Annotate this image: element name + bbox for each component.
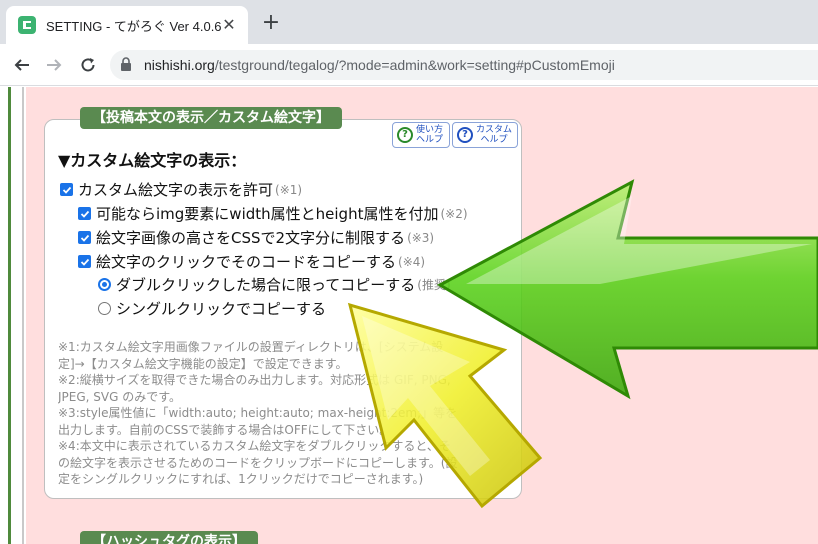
allow-custom-emoji-label: カスタム絵文字の表示を許可 xyxy=(78,181,274,199)
footnote-line: 定]→【カスタム絵文字機能の設定】で設定できます。 xyxy=(58,356,348,371)
back-arrow-icon[interactable] xyxy=(10,53,34,77)
note-ref-2: (※2) xyxy=(440,206,468,221)
page-content: 【投稿本文の表示／カスタム絵文字】 ? 使い方 ヘルプ ? カスタム ヘルプ ▼カス… xyxy=(0,87,818,544)
url-host: nishishi.org xyxy=(144,57,215,73)
url-path: /testground/tegalog/?mode=admin&work=set… xyxy=(214,57,615,73)
footnote-line: 出力します。自前のCSSで装飾する場合はOFFにして下さい。 xyxy=(58,422,392,437)
footnote-line: ※2:縦横サイズを取得できた場合のみ出力します。対応形式は GIF, PNG, xyxy=(58,373,451,387)
img-attr-label: 可能ならimg要素にwidth属性とheight属性を付加 xyxy=(96,205,439,223)
recommended-note: (推奨) xyxy=(417,278,451,292)
double-click-radio[interactable] xyxy=(98,278,111,291)
copy-code-checkbox[interactable] xyxy=(78,255,91,268)
note-ref-4: (※4) xyxy=(398,254,426,269)
question-icon: ? xyxy=(457,127,473,143)
left-rail xyxy=(0,87,26,544)
footnote-line: ※4:本文中に表示されているカスタム絵文字をダブルクリックすると、そ xyxy=(58,439,451,453)
url-text: nishishi.org/testground/tegalog/?mode=ad… xyxy=(144,57,615,73)
address-bar[interactable]: nishishi.org/testground/tegalog/?mode=ad… xyxy=(110,50,818,80)
rail-divider xyxy=(22,87,24,544)
copy-code-row[interactable]: 絵文字のクリックでそのコードをコピーする (※4) xyxy=(78,251,425,272)
new-tab-icon[interactable]: + xyxy=(260,12,282,34)
custom-emoji-heading: ▼カスタム絵文字の表示： xyxy=(58,151,247,170)
custom-help-button[interactable]: ? カスタム ヘルプ xyxy=(452,122,518,148)
copy-code-label: 絵文字のクリックでそのコードをコピーする xyxy=(96,253,397,271)
double-click-label: ダブルクリックした場合に限ってコピーする xyxy=(116,276,416,294)
next-section-title: 【ハッシュタグの表示】 xyxy=(80,531,258,544)
tegalog-favicon-icon xyxy=(18,16,36,34)
single-click-row[interactable]: シングルクリックでコピーする xyxy=(98,298,326,319)
img-attr-checkbox[interactable] xyxy=(78,207,91,220)
limit-height-row[interactable]: 絵文字画像の高さをCSSで2文字分に制限する (※3) xyxy=(78,227,434,248)
note-ref-1: (※1) xyxy=(275,182,303,197)
rail-accent-line xyxy=(8,87,11,544)
footnote-line: JPEG, SVG のみです。 xyxy=(58,389,182,404)
usage-help-line1: 使い方 xyxy=(416,125,444,135)
tab-close-icon[interactable]: ✕ xyxy=(220,16,238,34)
custom-help-line1: カスタム xyxy=(476,125,513,135)
usage-help-line2: ヘルプ xyxy=(416,135,444,145)
tab-strip: SETTING - てがろぐ Ver 4.0.6 ✕ + xyxy=(0,0,818,44)
question-icon: ? xyxy=(397,127,413,143)
footnote-line: の絵文字を表示させるためのコードをクリップボードにコピーします。(設 xyxy=(58,455,458,470)
limit-height-checkbox[interactable] xyxy=(78,231,91,244)
footnote-line: ※1:カスタム絵文字用画像ファイルの設置ディレクトリは、[システム設 xyxy=(58,340,444,354)
lock-icon xyxy=(120,57,132,76)
footnote-line: 定をシングルクリックにすれば、1クリックだけでコピーされます。) xyxy=(58,472,424,486)
browser-toolbar: nishishi.org/testground/tegalog/?mode=ad… xyxy=(0,44,818,86)
allow-custom-emoji-row[interactable]: カスタム絵文字の表示を許可 (※1) xyxy=(60,179,302,200)
tab-title: SETTING - てがろぐ Ver 4.0.6 xyxy=(46,18,222,34)
allow-custom-emoji-checkbox[interactable] xyxy=(60,183,73,196)
footnotes: ※1:カスタム絵文字用画像ファイルの設置ディレクトリは、[システム設 定]→【カ… xyxy=(58,339,506,488)
custom-help-line2: ヘルプ xyxy=(480,135,508,145)
reload-icon[interactable] xyxy=(76,53,100,77)
note-ref-3: (※3) xyxy=(407,230,435,245)
img-attr-row[interactable]: 可能ならimg要素にwidth属性とheight属性を付加 (※2) xyxy=(78,203,468,224)
usage-help-button[interactable]: ? 使い方 ヘルプ xyxy=(392,122,450,148)
footnote-line: ※3:style属性値に「width:auto; height:auto; ma… xyxy=(58,406,458,420)
forward-arrow-icon[interactable] xyxy=(42,53,66,77)
single-click-radio[interactable] xyxy=(98,302,111,315)
browser-tab[interactable]: SETTING - てがろぐ Ver 4.0.6 ✕ xyxy=(6,6,248,44)
limit-height-label: 絵文字画像の高さをCSSで2文字分に制限する xyxy=(96,229,406,247)
usage-help-label: 使い方 ヘルプ xyxy=(416,125,443,145)
custom-help-label: カスタム ヘルプ xyxy=(476,125,512,145)
section-title: 【投稿本文の表示／カスタム絵文字】 xyxy=(80,107,342,129)
double-click-row[interactable]: ダブルクリックした場合に限ってコピーする (推奨) xyxy=(98,274,451,295)
single-click-label: シングルクリックでコピーする xyxy=(116,300,327,318)
